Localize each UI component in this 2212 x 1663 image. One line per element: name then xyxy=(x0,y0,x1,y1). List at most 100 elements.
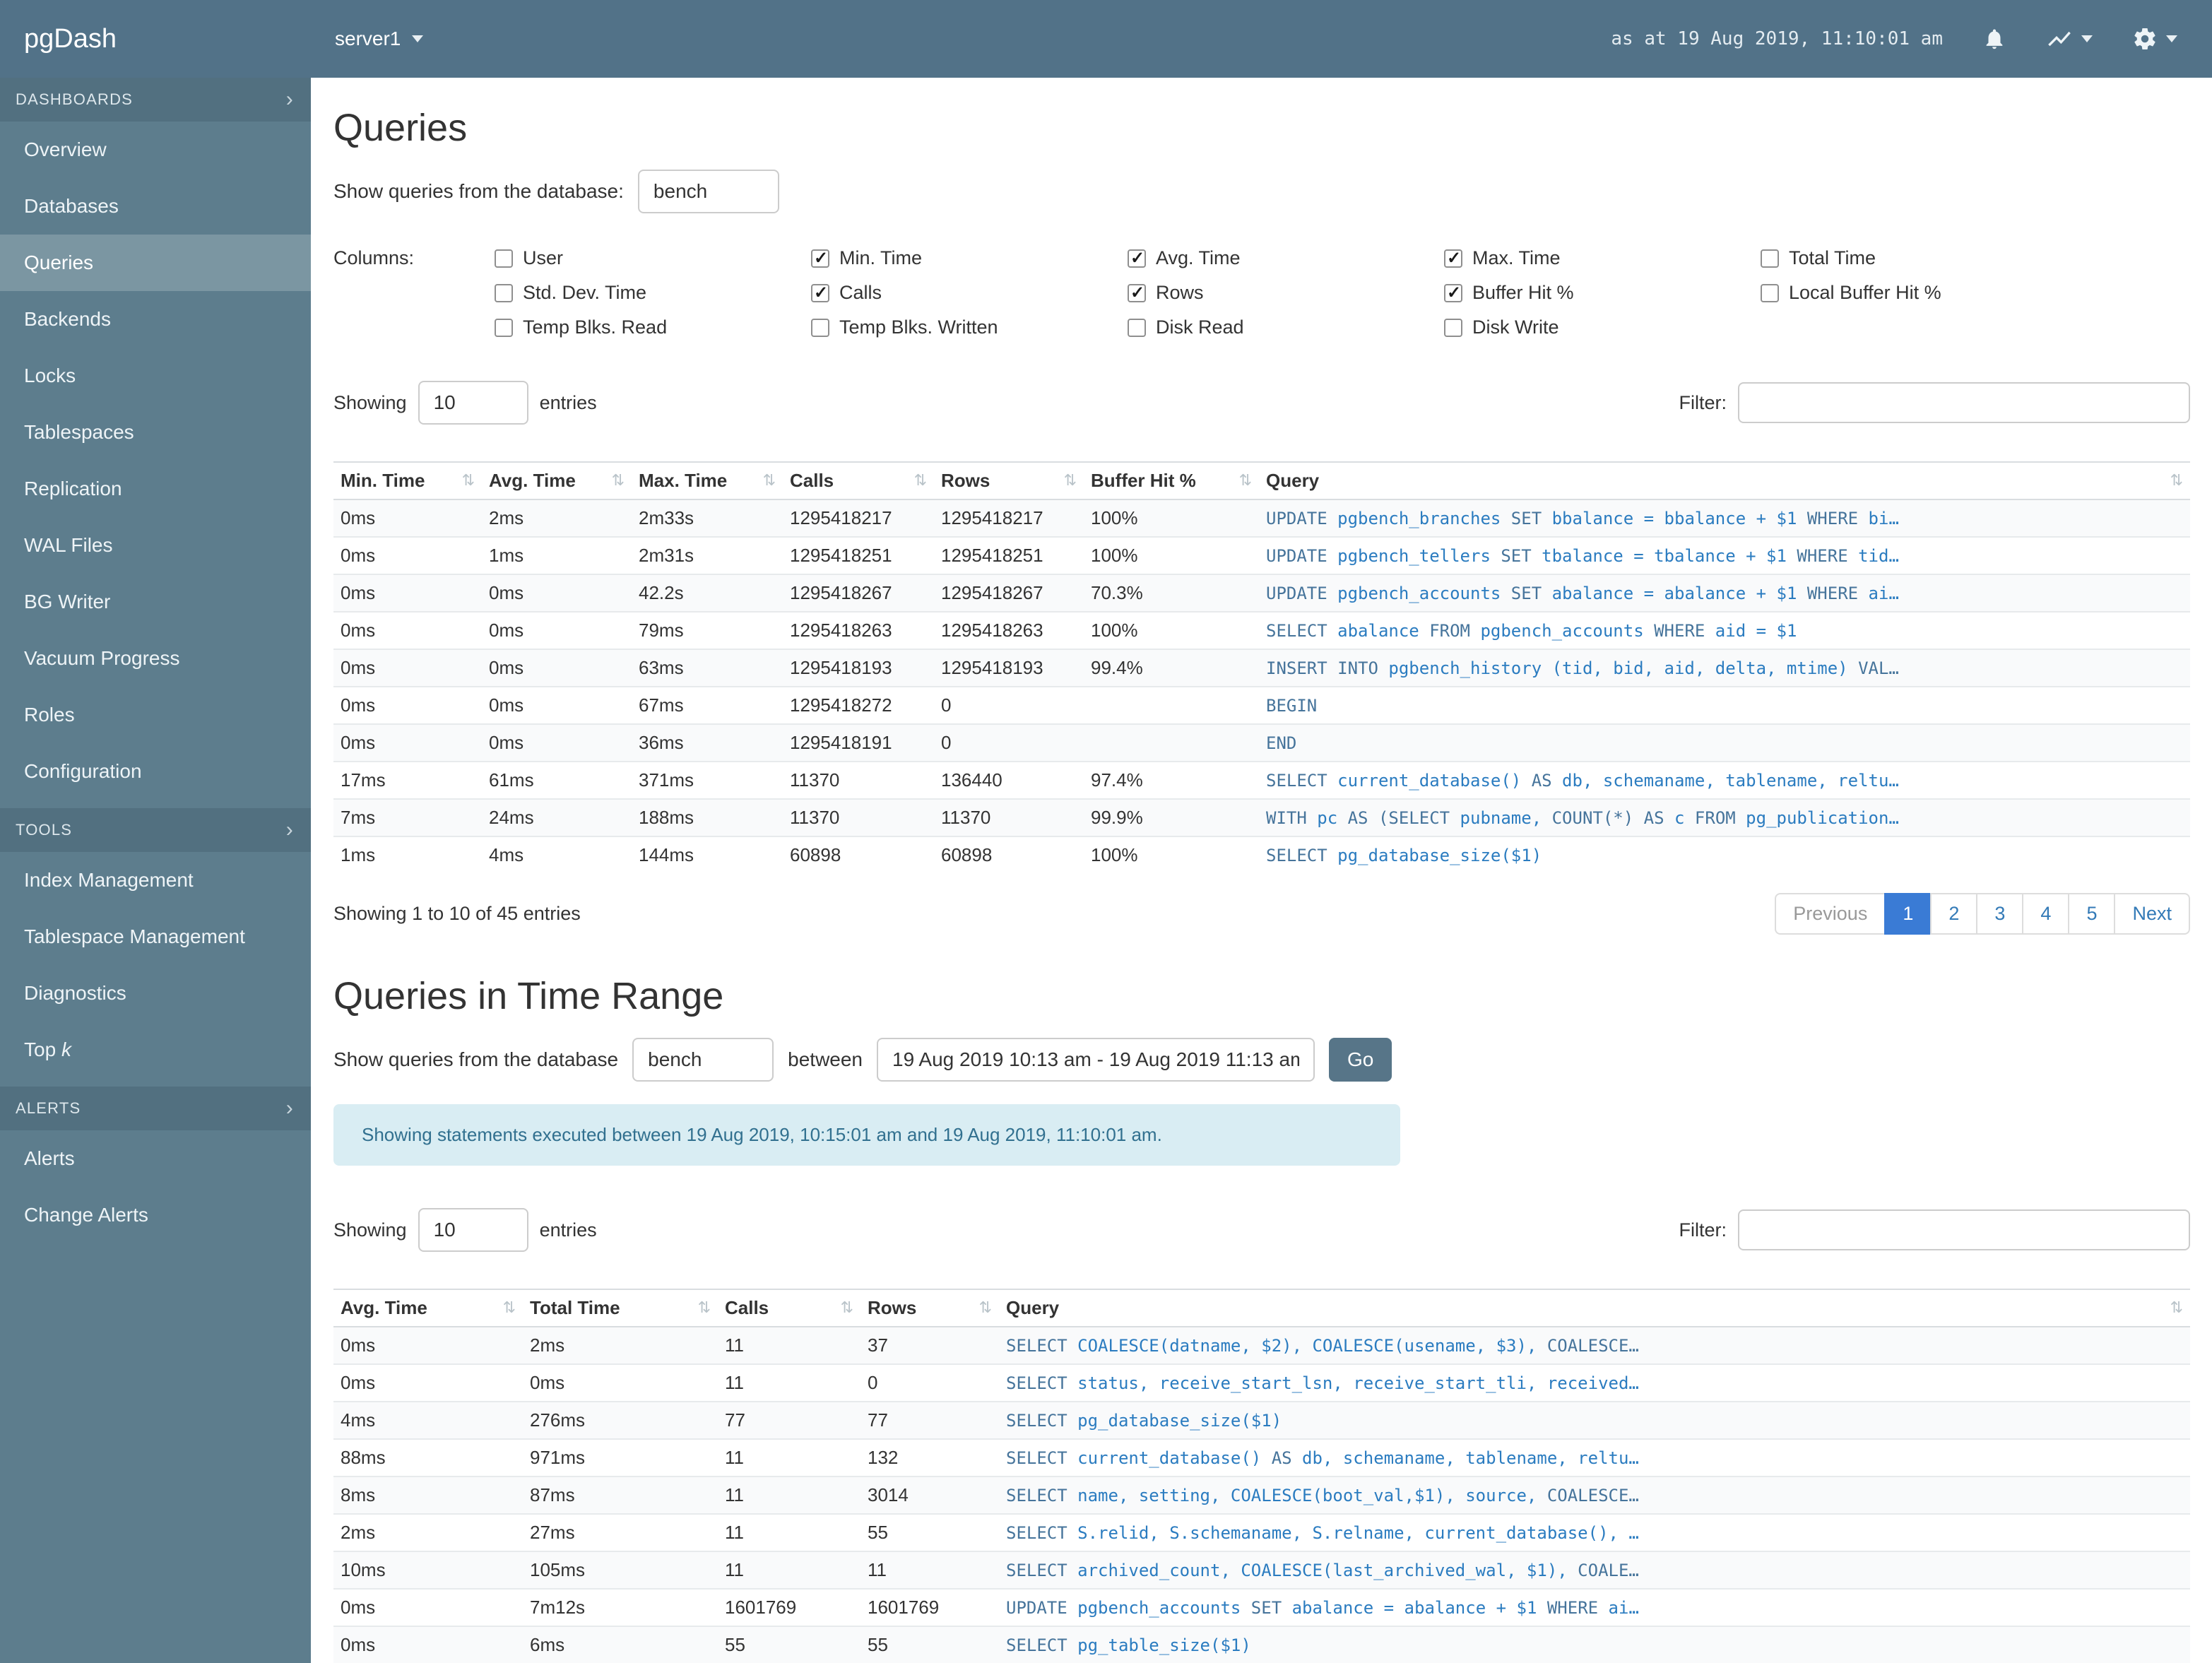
column-header-query[interactable]: Query ⇅ xyxy=(999,1289,2190,1327)
query-link[interactable]: SELECT S.relid, S.schemaname, S.relname,… xyxy=(1006,1523,1639,1543)
column-header-query[interactable]: Query ⇅ xyxy=(1259,461,2190,500)
pagination-page-1[interactable]: 1 xyxy=(1884,893,1932,935)
query-link[interactable]: UPDATE pgbench_accounts SET abalance = a… xyxy=(1266,584,1899,603)
sidebar-item-tablespaces[interactable]: Tablespaces xyxy=(0,404,311,461)
column-header-total-time[interactable]: Total Time ⇅ xyxy=(523,1289,718,1327)
sidebar-item-overview[interactable]: Overview xyxy=(0,122,311,178)
pagination-page-2[interactable]: 2 xyxy=(1930,893,1978,935)
column-checkbox[interactable] xyxy=(1444,318,1462,337)
sidebar-item-queries[interactable]: Queries xyxy=(0,235,311,291)
column-checkbox[interactable] xyxy=(495,249,513,268)
query-link[interactable]: SELECT archived_count, COALESCE(last_arc… xyxy=(1006,1561,1639,1580)
column-header-avg-time[interactable]: Avg. Time ⇅ xyxy=(333,1289,523,1327)
pagination-next[interactable]: Next xyxy=(2114,893,2190,935)
charts-menu-button[interactable] xyxy=(2046,25,2093,52)
column-checkbox[interactable] xyxy=(811,318,829,337)
pagination-page-3[interactable]: 3 xyxy=(1976,893,2024,935)
column-checkbox[interactable] xyxy=(495,318,513,337)
query-link[interactable]: END xyxy=(1266,733,1296,753)
sidebar-item-replication[interactable]: Replication xyxy=(0,461,311,517)
sidebar-item-vacuum-progress[interactable]: Vacuum Progress xyxy=(0,630,311,687)
sidebar-item-change-alerts[interactable]: Change Alerts xyxy=(0,1187,311,1243)
sidebar-item-diagnostics[interactable]: Diagnostics xyxy=(0,965,311,1022)
database-input[interactable] xyxy=(637,170,779,213)
settings-menu-button[interactable] xyxy=(2132,26,2177,52)
query-link[interactable]: WITH pc AS (SELECT pubname, COUNT(*) AS … xyxy=(1266,808,1899,828)
query-link[interactable]: UPDATE pgbench_accounts SET abalance = a… xyxy=(1006,1598,1639,1618)
column-option-calls[interactable]: Calls xyxy=(811,282,1128,304)
sidebar-item-alerts[interactable]: Alerts xyxy=(0,1130,311,1187)
sidebar-item-top-k[interactable]: Top k xyxy=(0,1022,311,1078)
sidebar-section-tools[interactable]: TOOLS › xyxy=(0,808,311,852)
server-selector[interactable]: server1 xyxy=(335,28,424,50)
column-checkbox[interactable] xyxy=(811,283,829,303)
column-option-disk-read[interactable]: Disk Read xyxy=(1128,316,1444,338)
pagination-previous[interactable]: Previous xyxy=(1775,893,1886,935)
query-link[interactable]: SELECT COALESCE(datname, $2), COALESCE(u… xyxy=(1006,1336,1639,1356)
query-link[interactable]: SELECT pg_table_size($1) xyxy=(1006,1635,1251,1655)
filter-input[interactable] xyxy=(1738,382,2190,423)
column-option-avg-time[interactable]: Avg. Time xyxy=(1128,247,1444,269)
sidebar-item-roles[interactable]: Roles xyxy=(0,687,311,743)
query-link[interactable]: SELECT pg_database_size($1) xyxy=(1266,846,1542,865)
column-option-disk-write[interactable]: Disk Write xyxy=(1444,316,1761,338)
date-range-input[interactable] xyxy=(877,1038,1315,1082)
query-link[interactable]: SELECT status, receive_start_lsn, receiv… xyxy=(1006,1373,1639,1393)
sidebar-item-backends[interactable]: Backends xyxy=(0,291,311,348)
sidebar-item-tablespace-management[interactable]: Tablespace Management xyxy=(0,909,311,965)
column-header-buffer-hit[interactable]: Buffer Hit % ⇅ xyxy=(1084,461,1259,500)
sidebar-section-dashboards[interactable]: DASHBOARDS › xyxy=(0,78,311,122)
column-checkbox[interactable] xyxy=(495,283,513,302)
app-logo[interactable]: pgDash xyxy=(0,24,311,54)
column-option-total-time[interactable]: Total Time xyxy=(1761,247,2077,269)
column-header-calls[interactable]: Calls ⇅ xyxy=(718,1289,860,1327)
column-checkbox[interactable] xyxy=(1444,248,1462,268)
column-option-temp-blks-read[interactable]: Temp Blks. Read xyxy=(495,316,811,338)
notifications-button[interactable] xyxy=(1982,27,2006,51)
database-input[interactable] xyxy=(632,1038,774,1082)
column-checkbox[interactable] xyxy=(811,248,829,268)
column-option-std-dev-time[interactable]: Std. Dev. Time xyxy=(495,282,811,304)
query-link[interactable]: SELECT current_database() AS db, scheman… xyxy=(1266,771,1899,791)
page-size-input[interactable] xyxy=(418,381,528,425)
pagination-page-5[interactable]: 5 xyxy=(2068,893,2116,935)
sidebar-item-index-management[interactable]: Index Management xyxy=(0,852,311,909)
column-checkbox[interactable] xyxy=(1128,248,1146,268)
column-checkbox[interactable] xyxy=(1444,283,1462,303)
sidebar-section-alerts[interactable]: ALERTS › xyxy=(0,1087,311,1130)
query-link[interactable]: UPDATE pgbench_branches SET bbalance = b… xyxy=(1266,509,1899,528)
column-checkbox[interactable] xyxy=(1128,283,1146,303)
pagination-page-4[interactable]: 4 xyxy=(2022,893,2070,935)
query-link[interactable]: INSERT INTO pgbench_history (tid, bid, a… xyxy=(1266,658,1899,678)
column-checkbox[interactable] xyxy=(1128,318,1146,337)
column-header-rows[interactable]: Rows ⇅ xyxy=(934,461,1084,500)
query-link[interactable]: SELECT pg_database_size($1) xyxy=(1006,1411,1282,1431)
column-option-user[interactable]: User xyxy=(495,247,811,269)
column-option-buffer-hit[interactable]: Buffer Hit % xyxy=(1444,282,1761,304)
column-header-rows[interactable]: Rows ⇅ xyxy=(860,1289,999,1327)
column-header-calls[interactable]: Calls ⇅ xyxy=(783,461,934,500)
column-option-max-time[interactable]: Max. Time xyxy=(1444,247,1761,269)
column-option-local-buffer-hit[interactable]: Local Buffer Hit % xyxy=(1761,282,2077,304)
query-link[interactable]: UPDATE pgbench_tellers SET tbalance = tb… xyxy=(1266,546,1899,566)
column-header-avg-time[interactable]: Avg. Time ⇅ xyxy=(482,461,632,500)
column-option-temp-blks-written[interactable]: Temp Blks. Written xyxy=(811,316,1128,338)
query-link[interactable]: SELECT current_database() AS db, scheman… xyxy=(1006,1448,1639,1468)
filter-input[interactable] xyxy=(1738,1209,2190,1250)
query-link[interactable]: BEGIN xyxy=(1266,696,1317,716)
sidebar-item-databases[interactable]: Databases xyxy=(0,178,311,235)
page-size-input[interactable] xyxy=(418,1208,528,1252)
sidebar-item-bg-writer[interactable]: BG Writer xyxy=(0,574,311,630)
column-header-min-time[interactable]: Min. Time ⇅ xyxy=(333,461,482,500)
column-header-max-time[interactable]: Max. Time ⇅ xyxy=(632,461,783,500)
go-button[interactable]: Go xyxy=(1329,1038,1392,1082)
query-link[interactable]: SELECT abalance FROM pgbench_accounts WH… xyxy=(1266,621,1797,641)
column-option-rows[interactable]: Rows xyxy=(1128,282,1444,304)
column-checkbox[interactable] xyxy=(1761,249,1779,268)
sidebar-item-configuration[interactable]: Configuration xyxy=(0,743,311,800)
column-checkbox[interactable] xyxy=(1761,283,1779,302)
sidebar-item-wal-files[interactable]: WAL Files xyxy=(0,517,311,574)
column-option-min-time[interactable]: Min. Time xyxy=(811,247,1128,269)
sidebar-item-locks[interactable]: Locks xyxy=(0,348,311,404)
query-link[interactable]: SELECT name, setting, COALESCE(boot_val,… xyxy=(1006,1486,1639,1505)
